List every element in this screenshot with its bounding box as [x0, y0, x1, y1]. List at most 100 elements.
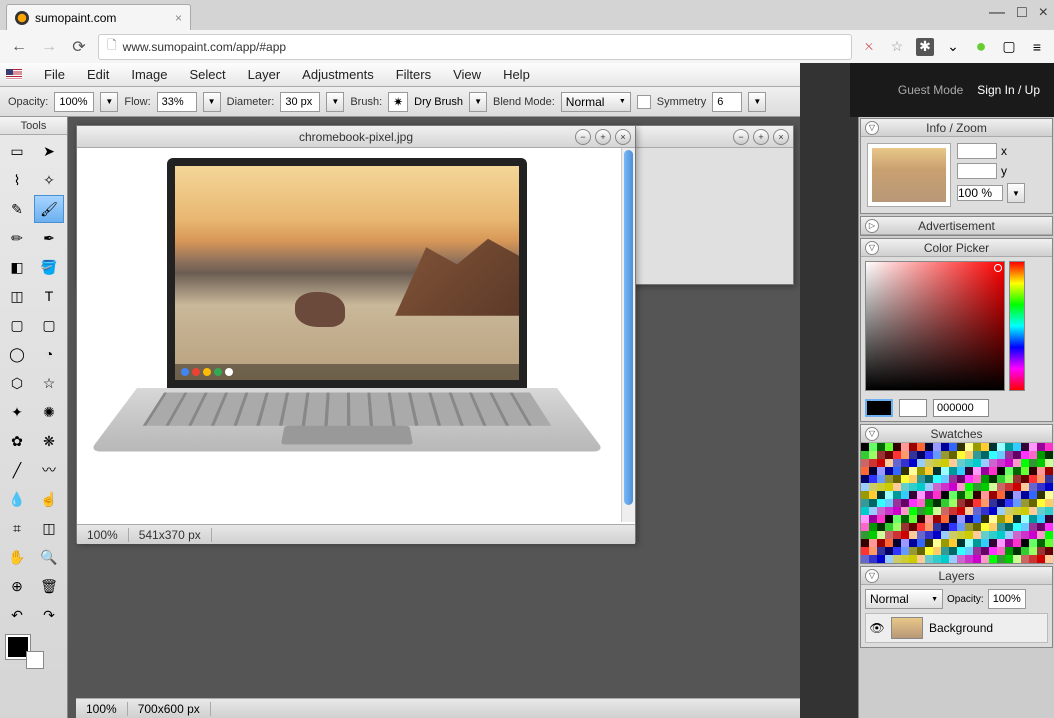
menu-filters[interactable]: Filters: [396, 67, 431, 82]
crop-tool-icon[interactable]: ⌗: [2, 514, 32, 542]
swatch[interactable]: [949, 499, 957, 507]
nav-thumbnail[interactable]: [867, 143, 951, 207]
swatch[interactable]: [1029, 467, 1037, 475]
layer-blend-select[interactable]: Normal: [865, 589, 943, 609]
extension-icon[interactable]: ✱: [916, 38, 934, 56]
diameter-input[interactable]: [280, 92, 320, 112]
swatch[interactable]: [1021, 451, 1029, 459]
swatch[interactable]: [981, 451, 989, 459]
swatch[interactable]: [965, 531, 973, 539]
swatch[interactable]: [1045, 483, 1053, 491]
swatch[interactable]: [1021, 475, 1029, 483]
swatch[interactable]: [997, 443, 1005, 451]
swatch[interactable]: [981, 467, 989, 475]
swatch[interactable]: [1013, 451, 1021, 459]
swatch[interactable]: [973, 515, 981, 523]
swatch[interactable]: [1037, 539, 1045, 547]
undo-tool-icon[interactable]: ↶: [2, 601, 32, 629]
swatch[interactable]: [877, 555, 885, 563]
swatch[interactable]: [981, 547, 989, 555]
symmetry-input[interactable]: [712, 92, 742, 112]
swatch[interactable]: [1045, 443, 1053, 451]
swatch[interactable]: [973, 459, 981, 467]
swatch[interactable]: [989, 555, 997, 563]
swatch[interactable]: [957, 467, 965, 475]
swatch[interactable]: [997, 499, 1005, 507]
swatch[interactable]: [861, 451, 869, 459]
swatch[interactable]: [1021, 539, 1029, 547]
swatch[interactable]: [981, 491, 989, 499]
swatch[interactable]: [925, 459, 933, 467]
swatch[interactable]: [1029, 475, 1037, 483]
pie-tool-icon[interactable]: ◔: [34, 340, 64, 368]
swatch[interactable]: [869, 523, 877, 531]
swatch[interactable]: [981, 443, 989, 451]
swatch[interactable]: [1005, 499, 1013, 507]
swatch[interactable]: [1029, 531, 1037, 539]
swatch[interactable]: [885, 499, 893, 507]
reload-button[interactable]: ⟳: [68, 36, 90, 58]
shape-tool-icon[interactable]: ✿: [2, 427, 32, 455]
extension-icon[interactable]: ●: [972, 38, 990, 56]
doc-minimize-icon[interactable]: −: [733, 129, 749, 145]
swatch[interactable]: [1045, 507, 1053, 515]
swatch[interactable]: [1013, 499, 1021, 507]
swatch[interactable]: [1029, 555, 1037, 563]
panel-toggle-icon[interactable]: ▽: [865, 569, 879, 583]
window-maximize-icon[interactable]: □: [1017, 4, 1027, 22]
swatch[interactable]: [1021, 531, 1029, 539]
swatch[interactable]: [949, 523, 957, 531]
swatch[interactable]: [861, 467, 869, 475]
swatch[interactable]: [1005, 443, 1013, 451]
swatch[interactable]: [997, 555, 1005, 563]
swatch[interactable]: [861, 499, 869, 507]
swatch[interactable]: [1045, 451, 1053, 459]
swatch[interactable]: [1021, 483, 1029, 491]
swatch[interactable]: [941, 499, 949, 507]
swatch[interactable]: [1005, 515, 1013, 523]
swatch[interactable]: [1021, 459, 1029, 467]
diameter-dropdown[interactable]: ▼: [326, 92, 344, 112]
star2-tool-icon[interactable]: ✦: [2, 398, 32, 426]
swatch[interactable]: [893, 515, 901, 523]
swatch[interactable]: [909, 443, 917, 451]
swatch[interactable]: [877, 491, 885, 499]
swatch-grid[interactable]: [861, 443, 1052, 563]
trash-tool-icon[interactable]: 🗑: [34, 572, 64, 600]
swatch[interactable]: [1029, 507, 1037, 515]
swatch[interactable]: [861, 531, 869, 539]
swatch[interactable]: [1029, 539, 1037, 547]
roundrect-tool-icon[interactable]: ▢: [34, 311, 64, 339]
swatch[interactable]: [973, 555, 981, 563]
swatch[interactable]: [1045, 459, 1053, 467]
swatch[interactable]: [893, 507, 901, 515]
swatch[interactable]: [909, 555, 917, 563]
swatch[interactable]: [1005, 547, 1013, 555]
swatch[interactable]: [965, 451, 973, 459]
swatch[interactable]: [973, 499, 981, 507]
swatch[interactable]: [973, 483, 981, 491]
transform-tool-icon[interactable]: ◫: [34, 514, 64, 542]
swatch[interactable]: [917, 491, 925, 499]
swatch[interactable]: [1037, 555, 1045, 563]
swatch[interactable]: [885, 451, 893, 459]
swatch[interactable]: [917, 555, 925, 563]
swatch[interactable]: [917, 523, 925, 531]
swatch[interactable]: [933, 483, 941, 491]
swatch[interactable]: [925, 531, 933, 539]
swatch[interactable]: [949, 547, 957, 555]
swatch[interactable]: [997, 523, 1005, 531]
swatch[interactable]: [989, 451, 997, 459]
flow-input[interactable]: [157, 92, 197, 112]
swatch[interactable]: [909, 515, 917, 523]
swatch[interactable]: [1005, 523, 1013, 531]
swatch[interactable]: [941, 515, 949, 523]
swatch[interactable]: [957, 475, 965, 483]
forward-button[interactable]: →: [38, 36, 60, 58]
swatch[interactable]: [973, 547, 981, 555]
swatch[interactable]: [901, 523, 909, 531]
swatch[interactable]: [877, 531, 885, 539]
swatch[interactable]: [1037, 443, 1045, 451]
swatch[interactable]: [949, 483, 957, 491]
swatch[interactable]: [1037, 547, 1045, 555]
